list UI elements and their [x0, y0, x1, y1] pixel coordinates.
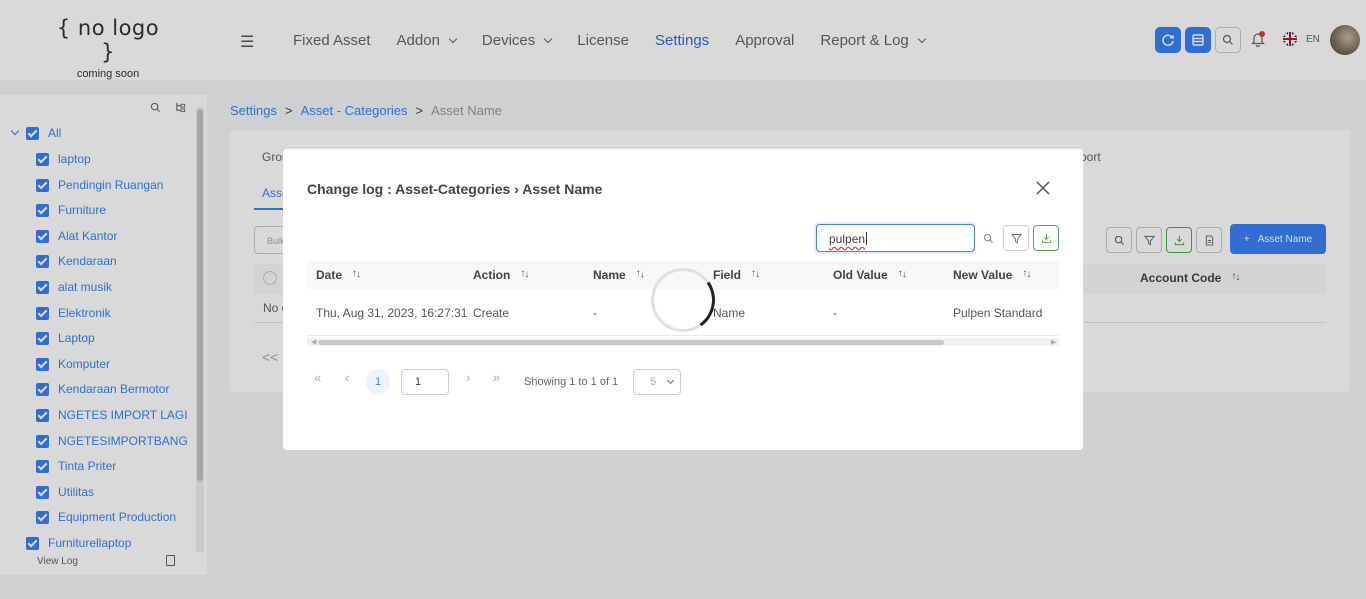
cell-action: Create: [473, 306, 510, 320]
cell-field: Name: [713, 306, 746, 320]
cell-new-value: Pulpen Standard: [953, 306, 1043, 320]
filter-button[interactable]: [1003, 225, 1029, 251]
log-search-input[interactable]: pulpen: [816, 224, 975, 252]
previous-page-icon[interactable]: ‹: [345, 370, 349, 385]
page-size-select[interactable]: 5: [633, 369, 681, 395]
search-icon: [983, 233, 993, 243]
sort-icon: [1022, 268, 1032, 280]
sort-icon: [636, 268, 646, 280]
column-header-new-value[interactable]: New Value: [953, 268, 1032, 282]
pagination-summary: Showing 1 to 1 of 1: [524, 376, 619, 388]
page-number-input[interactable]: 1: [401, 369, 449, 395]
download-icon: [1041, 233, 1051, 243]
column-header-old-value[interactable]: Old Value: [833, 268, 908, 282]
download-button[interactable]: [1033, 225, 1059, 251]
first-page-icon[interactable]: «: [314, 370, 321, 385]
column-header-date[interactable]: Date: [316, 268, 362, 282]
sort-icon: [898, 268, 908, 280]
modal-title: Change log : Asset-Categories › Asset Na…: [307, 181, 603, 197]
search-button[interactable]: [975, 225, 1001, 251]
text-caret: [866, 232, 868, 245]
sort-icon: [751, 268, 761, 280]
filter-icon: [1010, 233, 1022, 243]
scroll-right-icon[interactable]: ▶: [1051, 338, 1056, 346]
column-header-action[interactable]: Action: [473, 268, 530, 282]
column-header-field[interactable]: Field: [713, 268, 761, 282]
sort-icon: [520, 268, 530, 280]
sort-icon: [352, 268, 362, 280]
cell-name: -: [593, 306, 597, 320]
cell-date: Thu, Aug 31, 2023, 16:27:31: [316, 306, 468, 320]
row-divider: [307, 335, 1059, 336]
cell-old-value: -: [833, 306, 837, 320]
page-number-current[interactable]: 1: [366, 369, 390, 395]
close-icon[interactable]: [1035, 180, 1051, 196]
column-header-name[interactable]: Name: [593, 268, 646, 282]
horizontal-scrollbar-thumb[interactable]: [318, 340, 944, 345]
next-page-icon[interactable]: ›: [466, 370, 470, 385]
last-page-icon[interactable]: »: [493, 370, 500, 385]
scroll-left-icon[interactable]: ◀: [311, 338, 316, 346]
